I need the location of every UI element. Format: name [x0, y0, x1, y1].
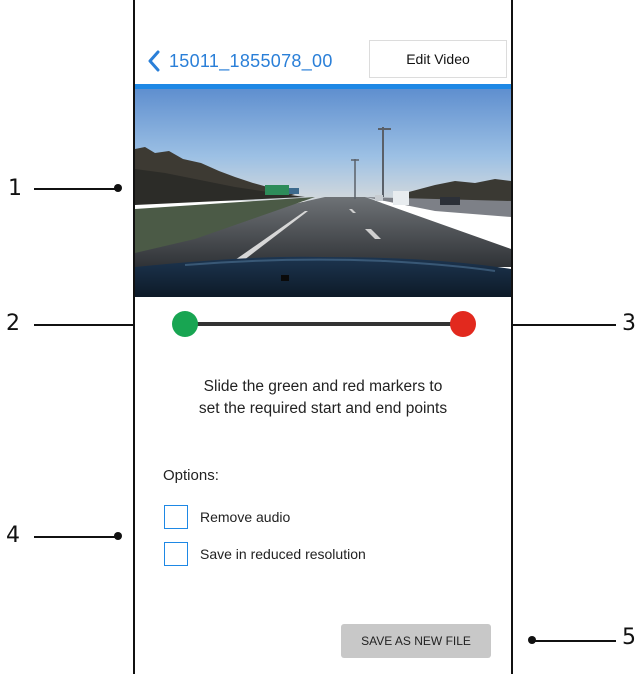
remove-audio-checkbox[interactable]: [164, 505, 188, 529]
start-marker-handle[interactable]: [172, 311, 198, 337]
callout-line-1: [34, 188, 118, 190]
video-filename: 15011_1855078_00: [169, 50, 333, 71]
reduced-resolution-label: Save in reduced resolution: [200, 546, 366, 562]
callout-2: 2: [6, 311, 20, 336]
callout-5: 5: [622, 625, 636, 650]
back-button[interactable]: 15011_1855078_00: [147, 50, 365, 72]
phone-screen: 15011_1855078_00 Edit Video Slide the gr…: [133, 0, 513, 674]
reduced-resolution-checkbox[interactable]: [164, 542, 188, 566]
save-as-new-file-button[interactable]: SAVE AS NEW FILE: [341, 624, 491, 658]
reduced-resolution-option[interactable]: Save in reduced resolution: [164, 542, 366, 566]
edit-video-button[interactable]: Edit Video: [369, 40, 507, 78]
callout-line-4: [34, 536, 118, 538]
end-marker-handle[interactable]: [450, 311, 476, 337]
callout-line-5: [532, 640, 616, 642]
callout-dot-4: [114, 532, 122, 540]
options-label: Options:: [163, 467, 219, 484]
instructions-text: Slide the green and red markers to set t…: [135, 376, 511, 420]
remove-audio-option[interactable]: Remove audio: [164, 505, 290, 529]
header-bar: 15011_1855078_00 Edit Video: [135, 40, 511, 84]
callout-dot-1: [114, 184, 122, 192]
chevron-left-icon: [148, 50, 160, 72]
instructions-line-1: Slide the green and red markers to: [203, 378, 443, 395]
trim-slider-track[interactable]: [185, 322, 463, 326]
remove-audio-label: Remove audio: [200, 509, 291, 525]
instructions-line-2: set the required start and end points: [198, 400, 448, 417]
callout-3: 3: [622, 311, 636, 336]
video-preview[interactable]: [135, 89, 511, 297]
video-frame-image: [135, 89, 511, 297]
callout-4: 4: [6, 523, 20, 548]
callout-1: 1: [8, 176, 22, 201]
